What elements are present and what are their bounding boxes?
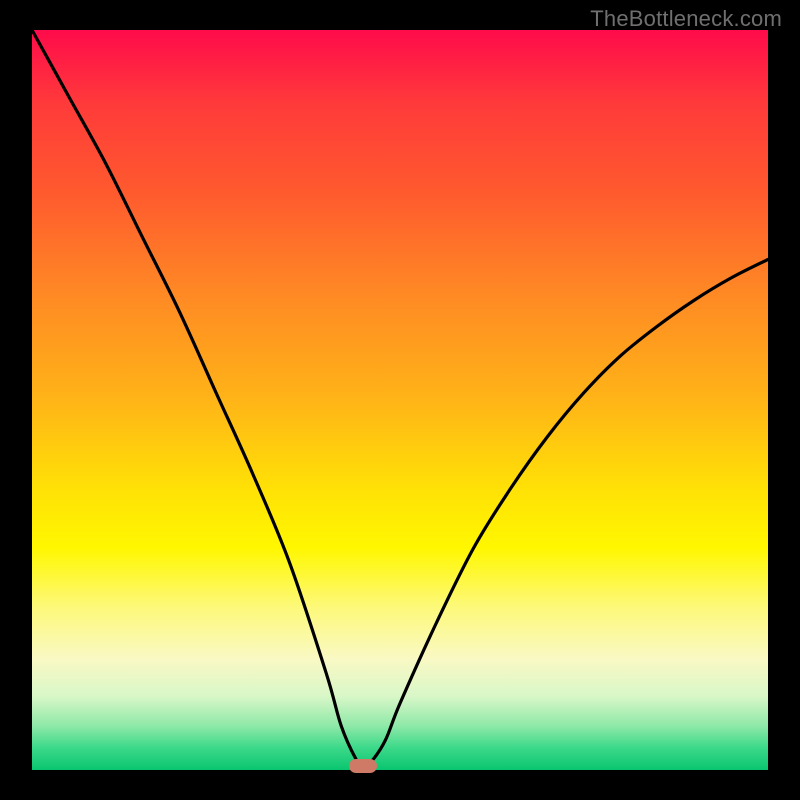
- plot-area: [32, 30, 768, 770]
- optimum-marker: [349, 759, 377, 773]
- chart-frame: TheBottleneck.com: [0, 0, 800, 800]
- bottleneck-curve: [32, 30, 768, 770]
- watermark-text: TheBottleneck.com: [590, 6, 782, 32]
